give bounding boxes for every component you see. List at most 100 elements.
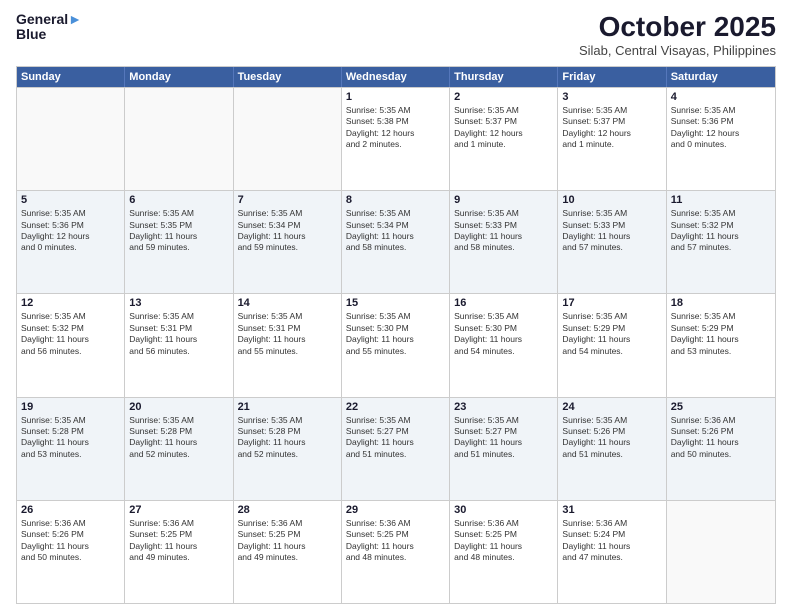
cal-cell-0-6: 4Sunrise: 5:35 AMSunset: 5:36 PMDaylight… <box>667 88 775 190</box>
cal-cell-3-4: 23 Sunrise: 5:35 AMSunset: 5:27 PMDayligh… <box>450 398 558 500</box>
cell-info: Sunrise: 5:35 AMSunset: 5:37 PMDaylight:… <box>562 105 661 151</box>
cal-cell-0-5: 3 Sunrise: 5:35 AMSunset: 5:37 PMDaylight… <box>558 88 666 190</box>
cal-cell-3-6: 25 Sunrise: 5:36 AMSunset: 5:26 PMDayligh… <box>667 398 775 500</box>
cell-day-number: 2 <box>454 91 553 103</box>
cell-day-number: 23 <box>454 401 553 413</box>
calendar: SundayMondayTuesdayWednesdayThursdayFrid… <box>16 66 776 604</box>
cell-day-number: 6 <box>129 194 228 206</box>
cell-info: Sunrise: 5:35 AMSunset: 5:30 PMDaylight:… <box>346 311 445 357</box>
cell-info: Sunrise: 5:35 AMSunset: 5:28 PMDaylight:… <box>238 415 337 461</box>
cell-info: Sunrise: 5:35 AMSunset: 5:26 PMDaylight:… <box>562 415 661 461</box>
header-cell-thursday: Thursday <box>450 67 558 87</box>
cell-day-number: 22 <box>346 401 445 413</box>
cell-info: Sunrise: 5:35 AMSunset: 5:27 PMDaylight:… <box>454 415 553 461</box>
cell-info: Sunrise: 5:36 AMSunset: 5:26 PMDaylight:… <box>21 518 120 564</box>
cal-cell-3-5: 24 Sunrise: 5:35 AMSunset: 5:26 PMDayligh… <box>558 398 666 500</box>
cell-info: Sunrise: 5:35 AMSunset: 5:28 PMDaylight:… <box>129 415 228 461</box>
cell-day-number: 25 <box>671 401 771 413</box>
cal-cell-2-0: 12Sunrise: 5:35 AMSunset: 5:32 PMDayligh… <box>17 294 125 396</box>
cell-day-number: 7 <box>238 194 337 206</box>
cell-day-number: 11 <box>671 194 771 206</box>
cal-cell-3-3: 22 Sunrise: 5:35 AMSunset: 5:27 PMDayligh… <box>342 398 450 500</box>
cell-day-number: 21 <box>238 401 337 413</box>
cell-day-number: 19 <box>21 401 120 413</box>
cell-info: Sunrise: 5:36 AMSunset: 5:25 PMDaylight:… <box>238 518 337 564</box>
cell-info: Sunrise: 5:35 AMSunset: 5:35 PMDaylight:… <box>129 208 228 254</box>
cal-row-0: 1Sunrise: 5:35 AMSunset: 5:38 PMDaylight… <box>17 87 775 190</box>
cal-cell-3-1: 20 Sunrise: 5:35 AMSunset: 5:28 PMDayligh… <box>125 398 233 500</box>
cal-cell-4-5: 31Sunrise: 5:36 AMSunset: 5:24 PMDayligh… <box>558 501 666 603</box>
cal-cell-2-5: 17 Sunrise: 5:35 AMSunset: 5:29 PMDayligh… <box>558 294 666 396</box>
cell-info: Sunrise: 5:35 AMSunset: 5:31 PMDaylight:… <box>129 311 228 357</box>
cal-cell-3-2: 21 Sunrise: 5:35 AMSunset: 5:28 PMDayligh… <box>234 398 342 500</box>
cell-day-number: 28 <box>238 504 337 516</box>
cell-day-number: 16 <box>454 297 553 309</box>
cell-day-number: 9 <box>454 194 553 206</box>
cell-info: Sunrise: 5:35 AMSunset: 5:33 PMDaylight:… <box>562 208 661 254</box>
cell-day-number: 17 <box>562 297 661 309</box>
cal-cell-0-2 <box>234 88 342 190</box>
cell-info: Sunrise: 5:35 AMSunset: 5:33 PMDaylight:… <box>454 208 553 254</box>
cell-info: Sunrise: 5:35 AMSunset: 5:28 PMDaylight:… <box>21 415 120 461</box>
header-cell-sunday: Sunday <box>17 67 125 87</box>
header-cell-friday: Friday <box>558 67 666 87</box>
cal-cell-4-4: 30Sunrise: 5:36 AMSunset: 5:25 PMDayligh… <box>450 501 558 603</box>
cell-day-number: 27 <box>129 504 228 516</box>
cal-row-2: 12Sunrise: 5:35 AMSunset: 5:32 PMDayligh… <box>17 293 775 396</box>
cell-info: Sunrise: 5:36 AMSunset: 5:25 PMDaylight:… <box>346 518 445 564</box>
cell-day-number: 31 <box>562 504 661 516</box>
cell-day-number: 18 <box>671 297 771 309</box>
cell-day-number: 13 <box>129 297 228 309</box>
cell-info: Sunrise: 5:36 AMSunset: 5:25 PMDaylight:… <box>129 518 228 564</box>
month-title: October 2025 <box>579 12 776 43</box>
cell-day-number: 15 <box>346 297 445 309</box>
cell-info: Sunrise: 5:35 AMSunset: 5:34 PMDaylight:… <box>238 208 337 254</box>
cal-row-3: 19 Sunrise: 5:35 AMSunset: 5:28 PMDayligh… <box>17 397 775 500</box>
cell-info: Sunrise: 5:35 AMSunset: 5:27 PMDaylight:… <box>346 415 445 461</box>
cal-cell-0-3: 1Sunrise: 5:35 AMSunset: 5:38 PMDaylight… <box>342 88 450 190</box>
cell-info: Sunrise: 5:35 AMSunset: 5:32 PMDaylight:… <box>21 311 120 357</box>
cell-info: Sunrise: 5:35 AMSunset: 5:30 PMDaylight:… <box>454 311 553 357</box>
cell-day-number: 20 <box>129 401 228 413</box>
cell-info: Sunrise: 5:35 AMSunset: 5:31 PMDaylight:… <box>238 311 337 357</box>
cal-cell-4-3: 29 Sunrise: 5:36 AMSunset: 5:25 PMDayligh… <box>342 501 450 603</box>
cell-info: Sunrise: 5:36 AMSunset: 5:25 PMDaylight:… <box>454 518 553 564</box>
title-block: October 2025 Silab, Central Visayas, Phi… <box>579 12 776 58</box>
cell-day-number: 3 <box>562 91 661 103</box>
cal-cell-1-4: 9 Sunrise: 5:35 AMSunset: 5:33 PMDaylight… <box>450 191 558 293</box>
cell-day-number: 5 <box>21 194 120 206</box>
logo-text: General►Blue <box>16 12 82 43</box>
cell-info: Sunrise: 5:36 AMSunset: 5:26 PMDaylight:… <box>671 415 771 461</box>
cell-day-number: 24 <box>562 401 661 413</box>
cal-cell-1-1: 6 Sunrise: 5:35 AMSunset: 5:35 PMDaylight… <box>125 191 233 293</box>
location-title: Silab, Central Visayas, Philippines <box>579 43 776 58</box>
cell-day-number: 1 <box>346 91 445 103</box>
cal-cell-2-1: 13 Sunrise: 5:35 AMSunset: 5:31 PMDayligh… <box>125 294 233 396</box>
cal-cell-4-0: 26Sunrise: 5:36 AMSunset: 5:26 PMDayligh… <box>17 501 125 603</box>
cell-info: Sunrise: 5:35 AMSunset: 5:29 PMDaylight:… <box>562 311 661 357</box>
cal-cell-2-2: 14Sunrise: 5:35 AMSunset: 5:31 PMDayligh… <box>234 294 342 396</box>
header-cell-saturday: Saturday <box>667 67 775 87</box>
cell-day-number: 10 <box>562 194 661 206</box>
cal-cell-3-0: 19 Sunrise: 5:35 AMSunset: 5:28 PMDayligh… <box>17 398 125 500</box>
cell-info: Sunrise: 5:35 AMSunset: 5:36 PMDaylight:… <box>21 208 120 254</box>
header-cell-wednesday: Wednesday <box>342 67 450 87</box>
calendar-body: 1Sunrise: 5:35 AMSunset: 5:38 PMDaylight… <box>17 87 775 603</box>
cal-cell-4-6 <box>667 501 775 603</box>
cal-cell-2-6: 18 Sunrise: 5:35 AMSunset: 5:29 PMDayligh… <box>667 294 775 396</box>
cell-info: Sunrise: 5:35 AMSunset: 5:37 PMDaylight:… <box>454 105 553 151</box>
cal-cell-1-6: 11Sunrise: 5:35 AMSunset: 5:32 PMDayligh… <box>667 191 775 293</box>
cal-row-1: 5 Sunrise: 5:35 AMSunset: 5:36 PMDaylight… <box>17 190 775 293</box>
cell-info: Sunrise: 5:35 AMSunset: 5:34 PMDaylight:… <box>346 208 445 254</box>
cell-info: Sunrise: 5:35 AMSunset: 5:29 PMDaylight:… <box>671 311 771 357</box>
cell-day-number: 29 <box>346 504 445 516</box>
cal-cell-4-2: 28 Sunrise: 5:36 AMSunset: 5:25 PMDayligh… <box>234 501 342 603</box>
cell-info: Sunrise: 5:35 AMSunset: 5:36 PMDaylight:… <box>671 105 771 151</box>
cal-row-4: 26Sunrise: 5:36 AMSunset: 5:26 PMDayligh… <box>17 500 775 603</box>
cal-cell-0-1 <box>125 88 233 190</box>
cal-cell-4-1: 27 Sunrise: 5:36 AMSunset: 5:25 PMDayligh… <box>125 501 233 603</box>
cal-cell-1-5: 10 Sunrise: 5:35 AMSunset: 5:33 PMDayligh… <box>558 191 666 293</box>
calendar-header: SundayMondayTuesdayWednesdayThursdayFrid… <box>17 67 775 87</box>
cal-cell-2-3: 15 Sunrise: 5:35 AMSunset: 5:30 PMDayligh… <box>342 294 450 396</box>
cal-cell-1-2: 7 Sunrise: 5:35 AMSunset: 5:34 PMDaylight… <box>234 191 342 293</box>
